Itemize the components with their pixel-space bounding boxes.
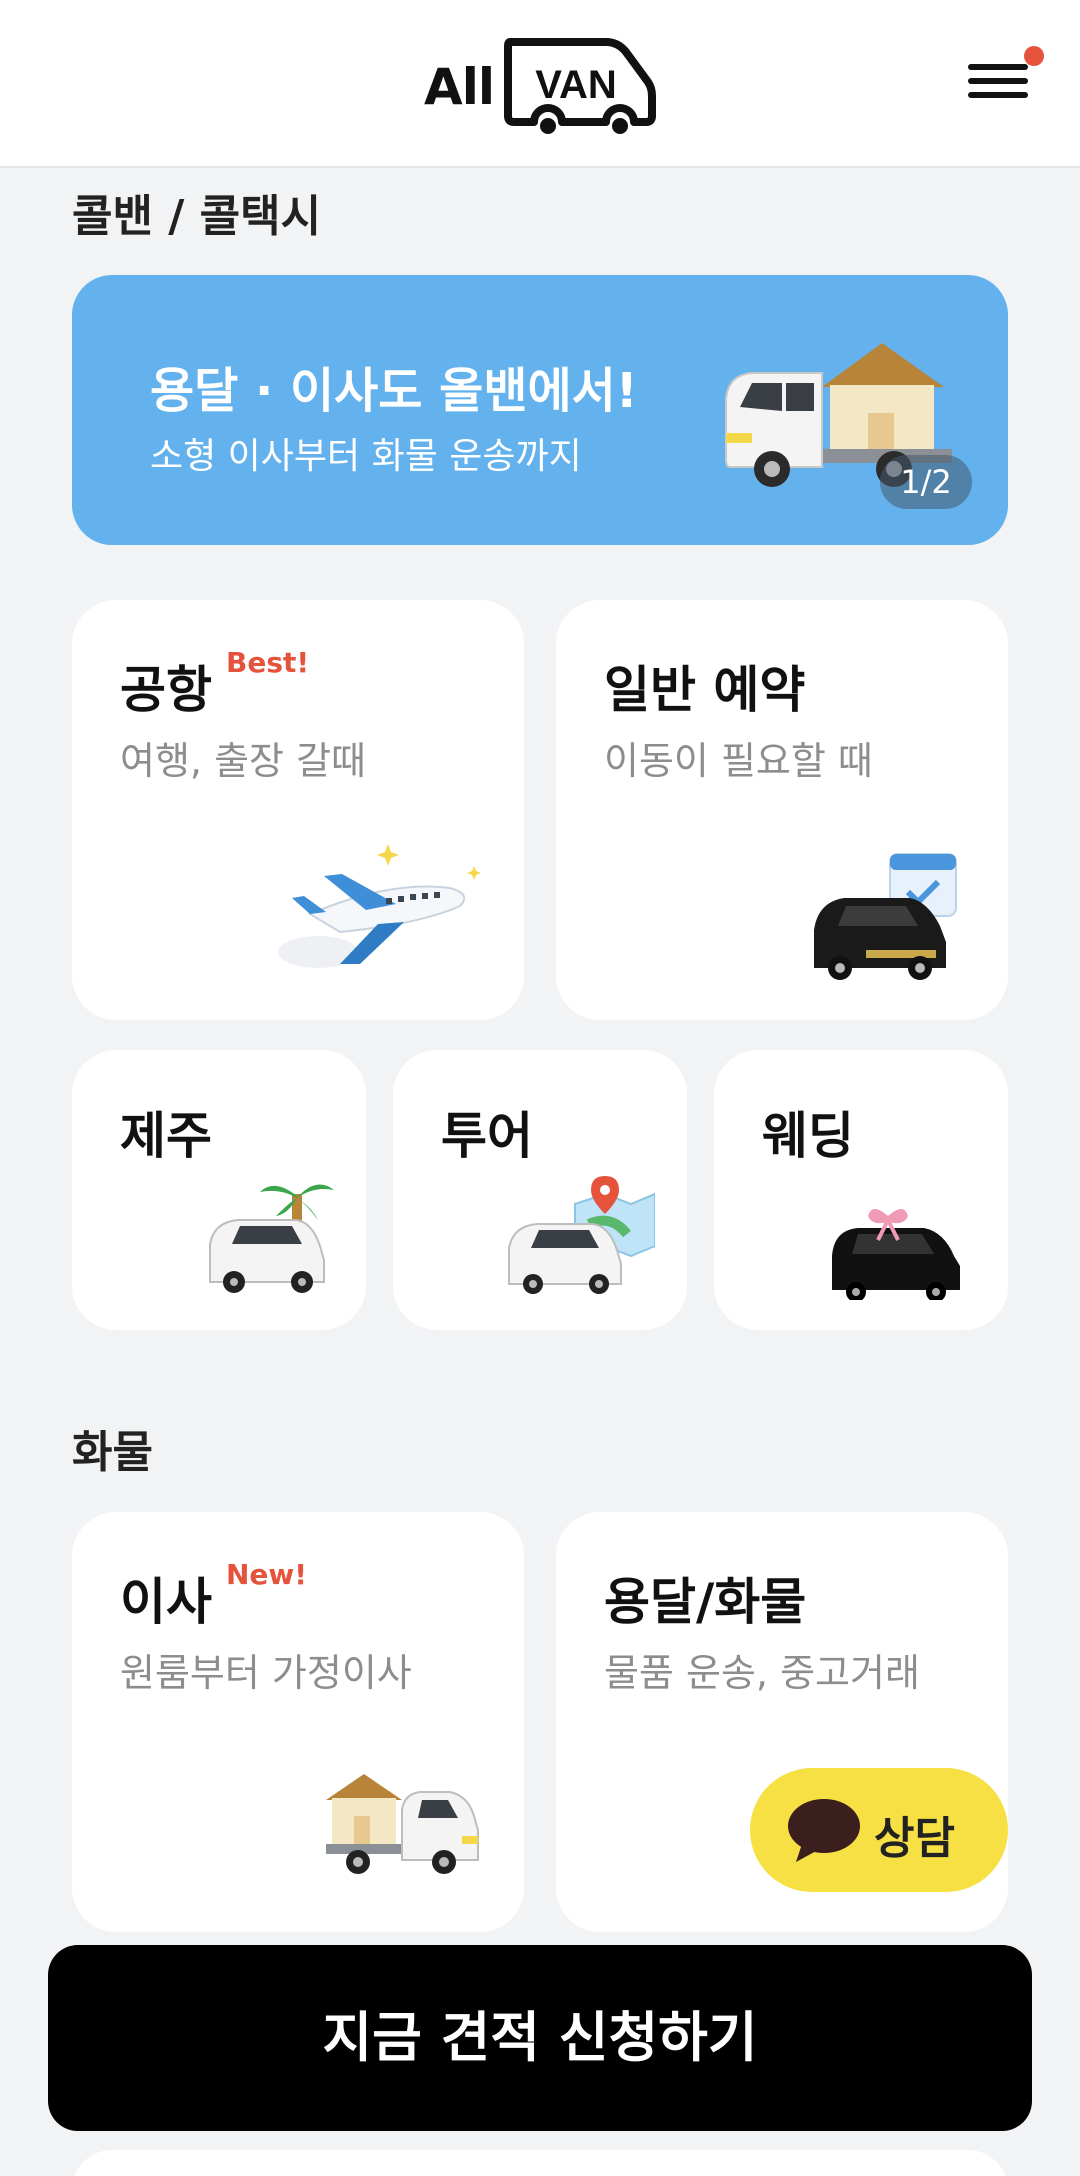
- app-header: All VAN: [0, 0, 1080, 168]
- card-title: 이사: [120, 1573, 212, 1631]
- card-subtitle: 이동이 필요할 때: [604, 739, 873, 783]
- best-badge: Best!: [226, 646, 310, 679]
- airplane-icon: [278, 844, 481, 968]
- notification-dot: [1024, 46, 1044, 66]
- card-subtitle: 원룸부터 가정이사: [120, 1651, 412, 1695]
- van-calendar-icon: [814, 853, 957, 980]
- service-card-jeju[interactable]: 제주: [72, 1050, 366, 1330]
- logo-all-text: All: [424, 58, 495, 116]
- chat-consult-button[interactable]: 상담: [750, 1768, 1008, 1892]
- card-subtitle: 여행, 출장 갈때: [120, 739, 366, 783]
- service-card-moving[interactable]: 이사 New! 원룸부터 가정이사: [72, 1512, 524, 1932]
- card-title: 투어: [441, 1107, 533, 1165]
- wedding-van-icon: [832, 1209, 960, 1300]
- moving-truck-icon: [326, 1774, 479, 1874]
- section-title-van: 콜밴 / 콜택시: [72, 191, 322, 242]
- service-card-tour[interactable]: 투어: [393, 1050, 687, 1330]
- card-title: 제주: [120, 1107, 212, 1165]
- banner-title: 용달 · 이사도 올밴에서!: [150, 363, 638, 419]
- logo-van-icon: VAN: [504, 38, 656, 134]
- section-title-cargo: 화물: [72, 1427, 153, 1478]
- banner-pager: 1/2: [880, 455, 972, 509]
- banner-subtitle: 소형 이사부터 화물 운송까지: [150, 436, 582, 477]
- promo-banner[interactable]: 용달 · 이사도 올밴에서! 소형 이사부터 화물 운송까지 1/2: [72, 275, 1008, 545]
- card-subtitle: 물품 운송, 중고거래: [604, 1651, 920, 1695]
- service-card-wedding[interactable]: 웨딩: [714, 1050, 1008, 1330]
- service-card-airport[interactable]: 공항 Best! 여행, 출장 갈때: [72, 600, 524, 1020]
- next-card-peek: [72, 2150, 1008, 2176]
- card-title: 웨딩: [762, 1107, 854, 1165]
- van-map-icon: [508, 1176, 655, 1294]
- van-palm-tree-icon: [209, 1184, 334, 1293]
- new-badge: New!: [226, 1558, 308, 1591]
- hamburger-menu-icon[interactable]: [964, 46, 1044, 106]
- service-card-general[interactable]: 일반 예약 이동이 필요할 때: [556, 600, 1008, 1020]
- allvan-logo[interactable]: All VAN: [424, 36, 656, 136]
- chat-bubble-icon: [788, 1799, 860, 1862]
- card-title: 용달/화물: [604, 1573, 807, 1631]
- logo-van-text: VAN: [535, 63, 616, 107]
- chat-consult-label: 상담: [874, 1813, 955, 1864]
- card-title: 일반 예약: [604, 661, 806, 719]
- card-title: 공항: [120, 661, 212, 719]
- request-quote-button[interactable]: 지금 견적 신청하기: [48, 1945, 1032, 2131]
